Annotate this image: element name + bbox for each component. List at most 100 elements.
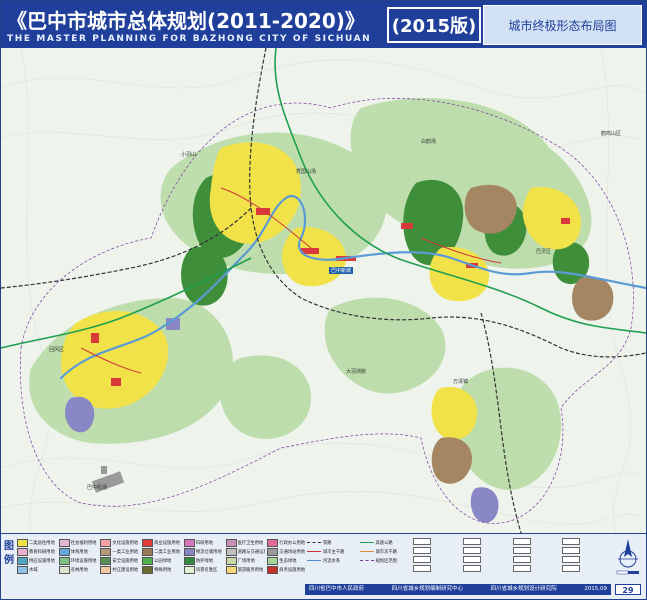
legend-heading: 图例 xyxy=(4,541,14,566)
place-label: 大羽测鹅 xyxy=(346,369,367,375)
legend-label: 公园绿地 xyxy=(154,558,172,564)
issue-date: 2015.09 xyxy=(584,586,607,592)
map-canvas xyxy=(1,48,646,533)
legend-swatch xyxy=(58,565,70,574)
legend-line-item: 铁路 xyxy=(307,538,357,547)
legend-slot xyxy=(562,556,581,563)
legend-line-item: 城市次干路 xyxy=(359,547,410,556)
legend-item: 二类工业用地 xyxy=(142,547,182,556)
legend-label: 供应设施用地 xyxy=(29,558,55,564)
legend-swatch xyxy=(225,547,237,556)
edition-badge: (2015版) xyxy=(387,7,481,43)
legend-line-item: 城市主干路 xyxy=(307,547,357,556)
legend-line-sample xyxy=(307,551,321,552)
legend-label: 水域 xyxy=(29,567,38,573)
legend-label: 铁路 xyxy=(323,540,332,546)
plan-title: 《巴中市城市总体规划(2011-2020)》 xyxy=(7,9,365,33)
legend-line-item: 高速公路 xyxy=(359,538,410,547)
legend-label: 二类工业用地 xyxy=(154,549,180,555)
legend-item: 村庄建设用地 xyxy=(100,565,140,574)
legend-label: 城市主干路 xyxy=(323,549,345,555)
line-legend: 铁路 高速公路城市主干路 城市次干路河流水系 规划区范围 xyxy=(307,538,409,588)
legend-item: 文化设施用地 xyxy=(100,538,140,547)
issuer-org-1: 四川省巴中市人民政府 xyxy=(309,586,365,592)
legend-item: 生态绿地 xyxy=(267,556,307,565)
legend-line-sample xyxy=(359,551,374,552)
legend-swatch xyxy=(267,565,279,574)
place-label: 巴中机场 xyxy=(87,485,108,491)
legend-label: 交通场站用地 xyxy=(279,549,306,555)
legend-item: 供应设施用地 xyxy=(17,556,57,565)
place-label: 鹤鸣山区 xyxy=(601,131,622,137)
legend-line-item: 规划区范围 xyxy=(359,556,410,565)
legend-item: 商务设施用地 xyxy=(267,565,307,574)
place-label: 秀国山场 xyxy=(296,169,317,175)
legend-swatch xyxy=(17,547,28,556)
legend-label: 广场用地 xyxy=(237,558,255,564)
legend-swatch xyxy=(17,556,28,565)
legend-label: 文化设施用地 xyxy=(112,540,139,546)
legend-label: 旅游服务用地 xyxy=(237,567,264,573)
legend-item: 道路与交通设施用地 xyxy=(225,547,266,556)
legend-slot xyxy=(413,565,431,572)
legend-swatch xyxy=(142,556,154,565)
legend-slot xyxy=(462,565,481,572)
legend-slot xyxy=(413,538,431,545)
legend-swatch xyxy=(183,547,195,556)
legend-label: 道路与交通设施用地 xyxy=(237,549,266,555)
legend-slot xyxy=(512,565,531,572)
legend-label: 防护绿地 xyxy=(195,558,214,564)
legend-label: 科研用地 xyxy=(195,540,214,546)
legend-line-sample xyxy=(307,560,321,561)
legend-label: 风景名胜区 xyxy=(195,567,218,573)
land-use-map: 巴中新城 巴中机场 小羽山 大羽测鹅 回风区 秀国山场 巴灵区 万清镇 鹤鸣山区… xyxy=(1,48,646,533)
legend-item: 体育用地 xyxy=(58,547,99,556)
legend-slot xyxy=(413,556,431,563)
legend-item: 特殊用地 xyxy=(142,565,182,574)
legend-item: 环境设施用地 xyxy=(58,556,99,565)
legend-swatch xyxy=(142,565,154,574)
legend-swatch xyxy=(267,547,279,556)
legend-label: 商业设施用地 xyxy=(154,540,180,546)
blank-legend-slots xyxy=(413,538,609,588)
legend-item: 公园绿地 xyxy=(142,556,182,565)
page-number: 29 xyxy=(615,584,641,595)
legend-slot xyxy=(413,547,431,554)
issuer-org-3: 四川省城乡规划设计研究院 xyxy=(490,586,557,592)
plan-title-english: THE MASTER PLANNING FOR BAZHONG CITY OF … xyxy=(7,34,372,44)
legend-slot xyxy=(562,538,581,545)
land-use-legend: 二类居住用地 社会福利用地 文化设施用地 商业设施用地 科研用地 医疗卫生用地 行政办公用地… xyxy=(17,538,307,594)
legend-item: 物流仓储用地 xyxy=(183,547,224,556)
legend-item: 行政办公用地 xyxy=(267,538,307,547)
legend-slot xyxy=(512,556,531,563)
legend-label: 生态绿地 xyxy=(279,558,297,564)
legend-label: 农林用地 xyxy=(70,567,88,573)
legend-swatch xyxy=(183,565,195,574)
legend-label: 城市次干路 xyxy=(375,549,397,555)
legend-slot xyxy=(562,565,581,572)
legend-item: 防护绿地 xyxy=(183,556,224,565)
legend-label: 河流水系 xyxy=(323,558,341,564)
legend-swatch xyxy=(58,547,70,556)
legend-item: 科研用地 xyxy=(183,538,224,547)
legend-item: 广场用地 xyxy=(225,556,266,565)
legend-item: 农林用地 xyxy=(58,565,99,574)
legend-label: 环境设施用地 xyxy=(70,558,97,564)
legend-swatch xyxy=(225,556,237,565)
legend-line-item: 河流水系 xyxy=(307,556,357,565)
legend-label: 高速公路 xyxy=(375,540,393,546)
legend-label: 规划区范围 xyxy=(375,558,397,564)
legend-swatch xyxy=(17,565,28,574)
place-label: 万清镇 xyxy=(453,379,469,385)
legend-swatch xyxy=(142,547,154,556)
place-label: 巴中新城 xyxy=(329,267,354,274)
panel-title: 城市终极形态布局图 xyxy=(483,5,642,45)
legend-swatch xyxy=(58,538,70,547)
place-label: 小羽山 xyxy=(181,152,197,158)
legend-swatch xyxy=(100,556,112,565)
north-arrow-icon xyxy=(616,539,639,575)
legend-swatch xyxy=(142,538,154,547)
legend-slot xyxy=(462,547,481,554)
legend-slot xyxy=(562,547,581,554)
legend-line-sample xyxy=(359,560,374,561)
